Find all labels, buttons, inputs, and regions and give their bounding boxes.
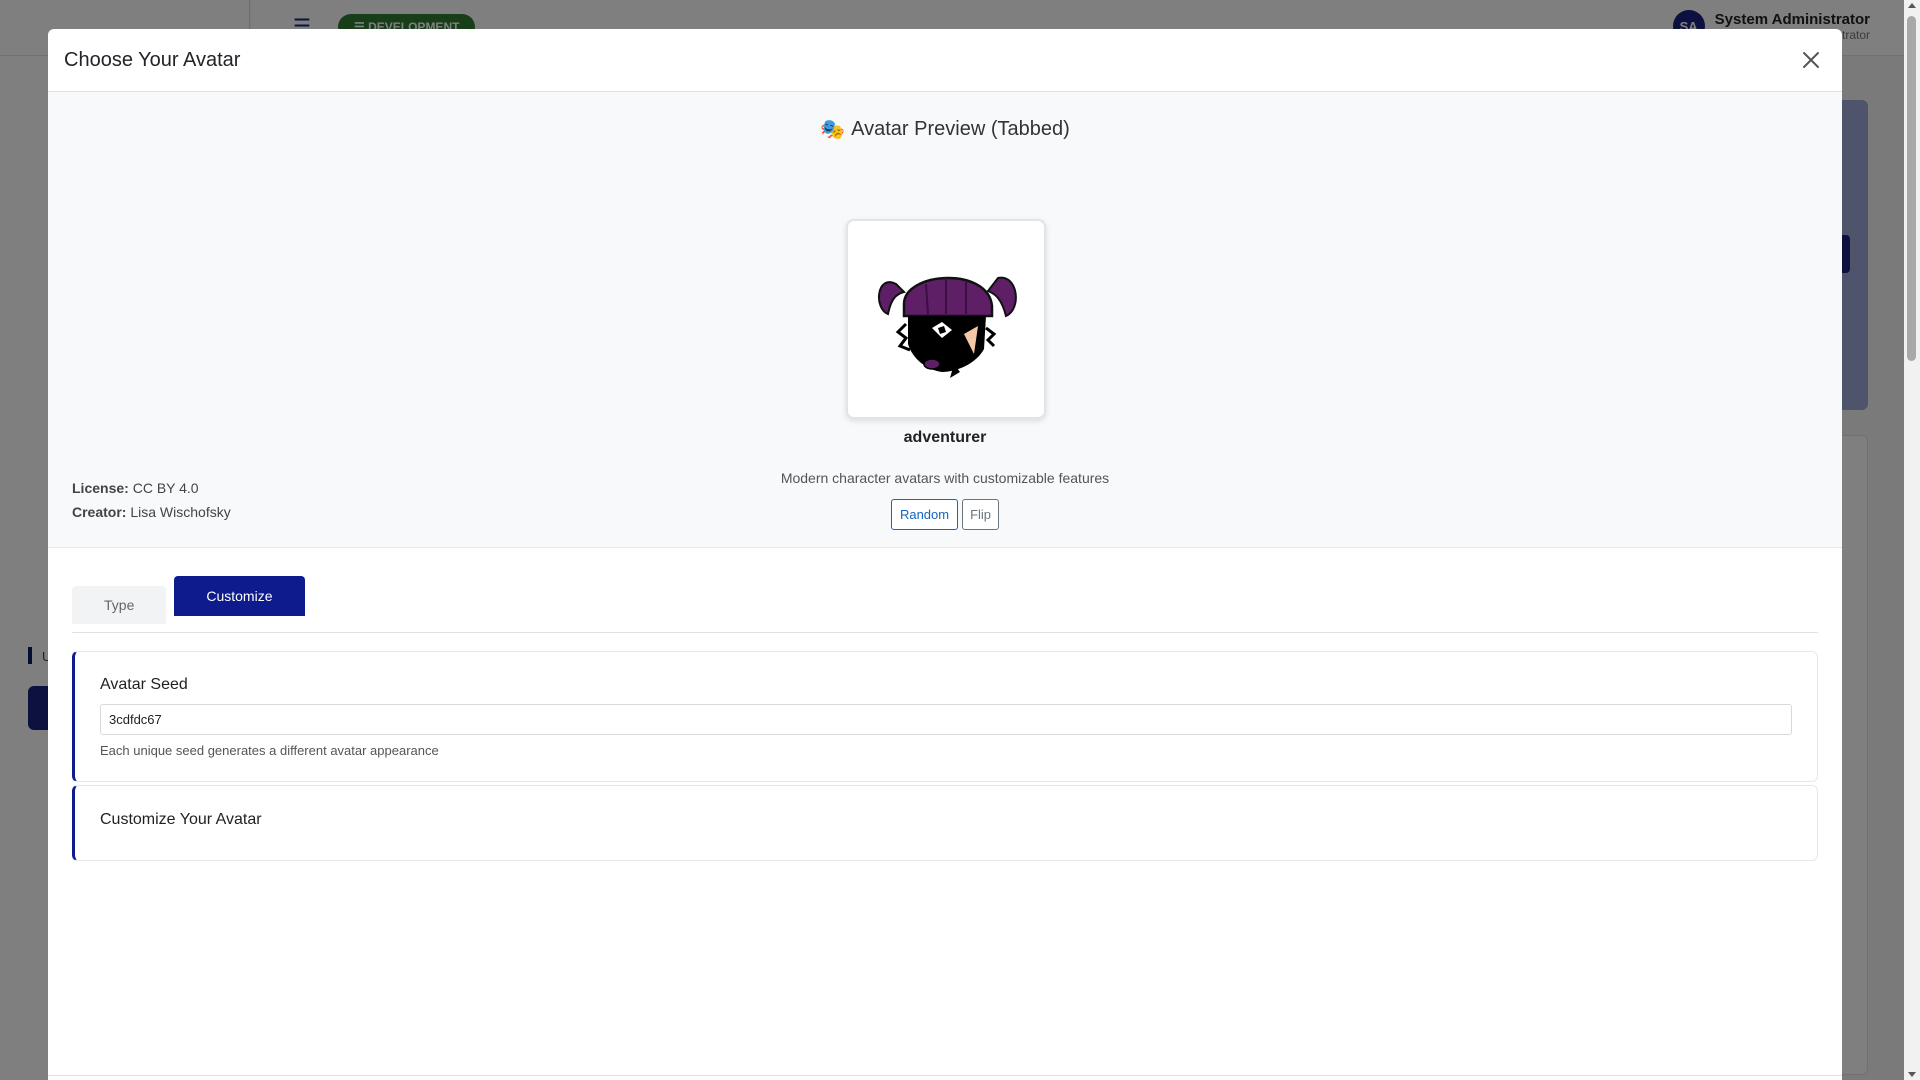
- modal-footer-divider: [48, 1075, 1842, 1076]
- creator-row: Creator: Lisa Wischofsky: [72, 500, 231, 524]
- tab-customize[interactable]: Customize: [174, 576, 305, 616]
- random-button[interactable]: Random: [890, 499, 959, 530]
- avatar-style-description: Modern character avatars with customizab…: [780, 470, 1110, 486]
- close-icon: [1803, 52, 1819, 68]
- customize-avatar-section: Customize Your Avatar: [72, 785, 1818, 861]
- avatar-tabs: Type Customize: [72, 576, 1818, 633]
- preview-actions: Random Flip: [48, 499, 1842, 530]
- tab-list: Type Customize: [72, 576, 1818, 633]
- modal-title: Choose Your Avatar: [64, 48, 241, 71]
- seed-help-text: Each unique seed generates a different a…: [100, 743, 439, 758]
- avatar-image-frame: [846, 219, 1046, 419]
- seed-input[interactable]: [100, 704, 1792, 735]
- scroll-up-arrow-icon[interactable]: [1908, 3, 1916, 8]
- license-value: CC BY 4.0: [132, 480, 199, 496]
- license-label: License:: [72, 480, 129, 496]
- flip-button[interactable]: Flip: [962, 499, 1000, 530]
- scrollbar-thumb[interactable]: [1907, 16, 1916, 361]
- avatar-seed-section: Avatar Seed Each unique seed generates a…: [72, 651, 1818, 782]
- creator-label: Creator:: [72, 504, 127, 520]
- theater-masks-icon: 🎭: [820, 119, 846, 141]
- scroll-down-arrow-icon[interactable]: [1908, 1072, 1916, 1077]
- creator-value: Lisa Wischofsky: [130, 504, 231, 520]
- preview-heading: 🎭 Avatar Preview (Tabbed): [48, 117, 1842, 142]
- tab-type[interactable]: Type: [72, 586, 167, 624]
- preview-title: Avatar Preview (Tabbed): [851, 118, 1070, 140]
- close-button[interactable]: [1796, 45, 1826, 75]
- avatar-preview-panel: 🎭 Avatar Preview (Tabbed) adventurer Mod…: [48, 92, 1842, 548]
- avatar-image: [877, 276, 1017, 378]
- avatar-style-name: adventurer: [903, 429, 987, 446]
- modal-header: Choose Your Avatar: [48, 29, 1842, 92]
- avatar-modal: Choose Your Avatar 🎭 Avatar Preview (Tab…: [48, 29, 1842, 1080]
- license-row: License: CC BY 4.0: [72, 476, 231, 500]
- avatar-credits: License: CC BY 4.0 Creator: Lisa Wischof…: [72, 476, 231, 524]
- customize-section-title: Customize Your Avatar: [100, 811, 262, 828]
- seed-section-title: Avatar Seed: [100, 676, 188, 693]
- page-scrollbar[interactable]: [1904, 0, 1920, 1080]
